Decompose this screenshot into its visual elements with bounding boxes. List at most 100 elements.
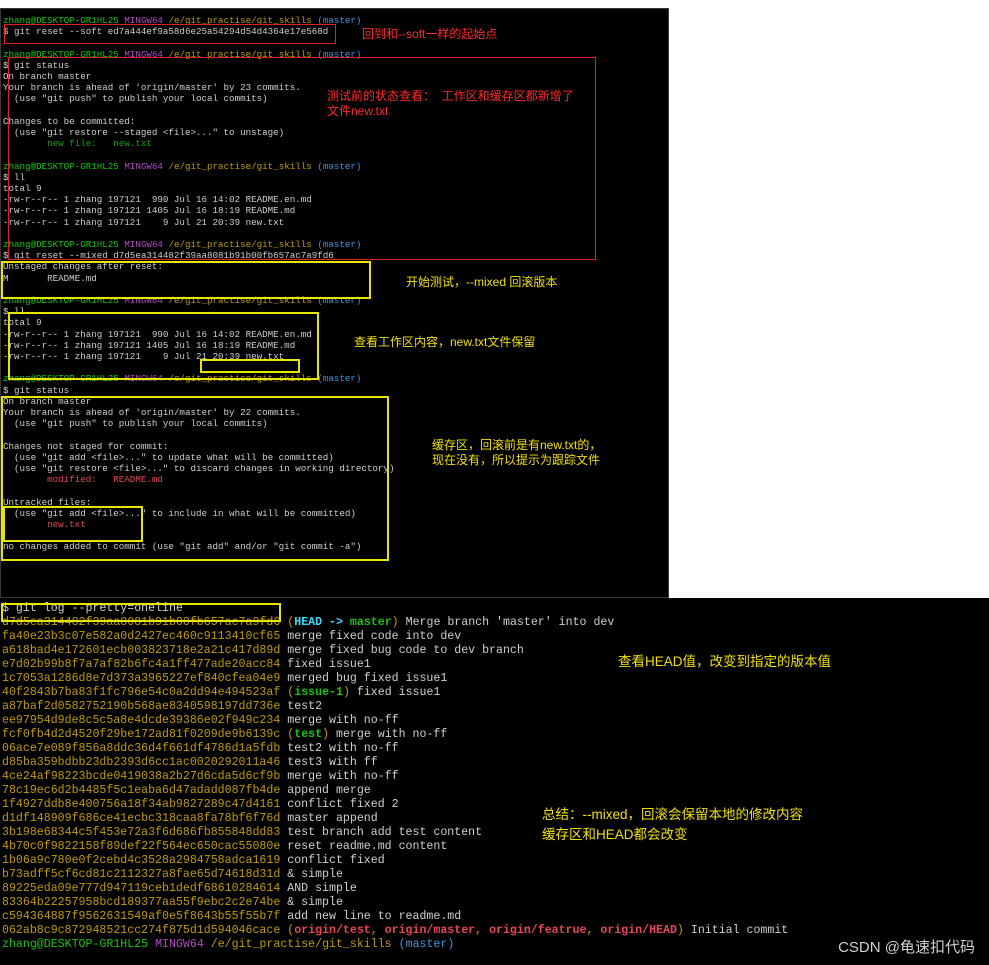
commit-message: test branch add test content bbox=[287, 826, 483, 839]
ref-paren: ) bbox=[322, 728, 330, 741]
commit-row: d85ba359bdbb23db2393d6cc1ac0020292011a46… bbox=[2, 756, 378, 770]
commit-row: 4b70c0f9822158f89def22f564ec650cac55080e… bbox=[2, 840, 447, 854]
ref-name: origin/test bbox=[294, 924, 371, 937]
commit-message: add new line to readme.md bbox=[287, 910, 462, 923]
commit-message: merge fixed code into dev bbox=[287, 630, 462, 643]
watermark: CSDN @龟速扣代码 bbox=[838, 939, 975, 956]
ref-name: HEAD -> master bbox=[294, 616, 391, 629]
ref-paren: ) bbox=[676, 924, 684, 937]
ref-paren: ) bbox=[342, 686, 350, 699]
annotation-head-value: 查看HEAD值，改变到指定的版本值 bbox=[618, 654, 832, 669]
commit-hash: a618bad4e172601ecb003823718e2a21c417d89d bbox=[2, 644, 281, 657]
ref-sep: , bbox=[370, 924, 385, 937]
commit-hash: 78c19ec6d2b4485f5c1eaba6d47adadd087fb4de bbox=[2, 784, 281, 797]
commit-message: merge fixed bug code to dev branch bbox=[287, 644, 524, 657]
prompt-path: /e/git_practise/git_skills bbox=[210, 938, 392, 951]
annotation-summary: 总结：--mixed，回滚会保留本地的修改内容 缓存区和HEAD都会改变 bbox=[542, 807, 804, 842]
ref-sep: , bbox=[586, 924, 601, 937]
ref-name: origin/master bbox=[384, 924, 476, 937]
highlight-newtxt-file bbox=[200, 359, 300, 373]
commit-hash: 06ace7e089f856a8ddc36d4f661df4786d1a5fdb bbox=[2, 742, 281, 755]
commit-message: & simple bbox=[287, 868, 343, 881]
annotation-start-test: 开始测试，--mixed 回滚版本 bbox=[406, 275, 558, 289]
prompt-user: zhang@DESKTOP-GR1HL25 bbox=[2, 938, 149, 951]
commit-row: e7d02b99b8f7a7af82b6fc4a1ff477ade20acc84… bbox=[2, 658, 371, 672]
terminal-window-bottom[interactable]: $ git log --pretty=oneline d7d5ea314482f3… bbox=[0, 598, 989, 965]
commit-message: fixed issue1 bbox=[356, 686, 441, 699]
commit-row: 89225eda09e777d947119ceb1dedf68610284614… bbox=[2, 882, 357, 896]
annotation-status-before: 测试前的状态查看： 工作区和缓存区都新增了 文件new.txt bbox=[327, 89, 574, 118]
commit-row: ee97954d9de8c5c5a8e4dcde39386e02f949c234… bbox=[2, 714, 399, 728]
commit-message: merge with no-ff bbox=[287, 714, 399, 727]
commit-hash: b73adff5cf6cd81c2112327a8fae65d74618d31d bbox=[2, 868, 281, 881]
highlight-git-log-cmd bbox=[1, 603, 281, 622]
commit-message: append merge bbox=[287, 784, 371, 797]
prompt-branch: (master) bbox=[317, 373, 362, 385]
commit-row: fa40e23b3c07e582a0d2427ec460c9113410cf65… bbox=[2, 630, 461, 644]
ref-head: HEAD bbox=[294, 616, 323, 629]
commit-message: master append bbox=[287, 812, 378, 825]
ref-paren: ) bbox=[391, 616, 399, 629]
commit-hash: d1df148909f686ce41ecbc318caa8fa78bf6f76d bbox=[2, 812, 281, 825]
commit-row: 1f4927ddb8e400756a18f34ab9827289c47d4161… bbox=[2, 798, 399, 812]
ref-arrow: -> bbox=[322, 616, 350, 629]
commit-hash: 40f2843b7ba83f1fc796e54c0a2dd94e494523af bbox=[2, 686, 281, 699]
highlight-status-before bbox=[8, 57, 596, 260]
commit-row: c594364887f9562631549af0e5f8643b55f55b7f… bbox=[2, 910, 461, 924]
commit-row: d1df148909f686ce41ecbc318caa8fa78bf6f76d… bbox=[2, 812, 378, 826]
commit-hash: 3b198e68344c5f453e72a3f6d686fb855848dd83 bbox=[2, 826, 281, 839]
commit-hash: d85ba359bdbb23db2393d6cc1ac0020292011a46 bbox=[2, 756, 281, 769]
commit-message: conflict fixed bbox=[287, 854, 385, 867]
highlight-untracked bbox=[3, 506, 143, 542]
commit-row: a618bad4e172601ecb003823718e2a21c417d89d… bbox=[2, 644, 524, 658]
commit-message: merged bug fixed issue1 bbox=[287, 672, 448, 685]
commit-hash: 4b70c0f9822158f89def22f564ec650cac55080e bbox=[2, 840, 281, 853]
commit-message: & simple bbox=[287, 896, 343, 909]
ref-branch: master bbox=[349, 616, 392, 629]
annotation-workspace: 查看工作区内容，new.txt文件保留 bbox=[354, 335, 536, 349]
commit-row: 06ace7e089f856a8ddc36d4f661df4786d1a5fdb… bbox=[2, 742, 399, 756]
commit-message: test3 with ff bbox=[287, 756, 378, 769]
prompt-branch: (master) bbox=[398, 938, 455, 951]
commit-row: 3b198e68344c5f453e72a3f6d686fb855848dd83… bbox=[2, 826, 482, 840]
commit-row: 062ab8c9c872948521cc274f875d1d594046cace… bbox=[2, 924, 788, 938]
ref-name: origin/featrue bbox=[489, 924, 587, 937]
commit-hash: ee97954d9de8c5c5a8e4dcde39386e02f949c234 bbox=[2, 714, 281, 727]
commit-row: 1b06a9c780e0f2cebd4c3528a2984758adca1619… bbox=[2, 854, 385, 868]
commit-hash: 89225eda09e777d947119ceb1dedf68610284614 bbox=[2, 882, 281, 895]
commit-hash: a87baf2d0582752190b568ae8340598197dd736e bbox=[2, 700, 281, 713]
commit-message: test2 bbox=[287, 700, 323, 713]
commit-message: fixed issue1 bbox=[287, 658, 371, 671]
commit-hash: 062ab8c9c872948521cc274f875d1d594046cace bbox=[2, 924, 281, 937]
commit-row: 83364b22257958bcd189377aa55f9ebc2c2e74be… bbox=[2, 896, 343, 910]
highlight-reset-mixed bbox=[1, 261, 371, 299]
commit-row: b73adff5cf6cd81c2112327a8fae65d74618d31d… bbox=[2, 868, 343, 882]
commit-hash: fa40e23b3c07e582a0d2427ec460c9113410cf65 bbox=[2, 630, 281, 643]
commit-message: Merge branch 'master' into dev bbox=[405, 616, 615, 629]
commit-message: Initial commit bbox=[690, 924, 789, 937]
final-prompt: zhang@DESKTOP-GR1HL25 MINGW64 /e/git_pra… bbox=[2, 938, 454, 952]
commit-row: a87baf2d0582752190b568ae8340598197dd736e… bbox=[2, 700, 322, 714]
commit-hash: 1c7053a1286d8e7d373a3965227ef840cfea04e9 bbox=[2, 672, 281, 685]
commit-hash: 4ce24af98223bcde0419038a2b27d6cda5d6cf9b bbox=[2, 770, 281, 783]
commit-row: 40f2843b7ba83f1fc796e54c0a2dd94e494523af… bbox=[2, 686, 440, 700]
ref-name: issue-1 bbox=[294, 686, 343, 699]
commit-hash: 1f4927ddb8e400756a18f34ab9827289c47d4161 bbox=[2, 798, 281, 811]
commit-message: merge with no-ff bbox=[336, 728, 448, 741]
ref-name: origin/HEAD bbox=[600, 924, 677, 937]
ref-sep: , bbox=[475, 924, 490, 937]
commit-message: test2 with no-ff bbox=[287, 742, 399, 755]
commit-hash: fcf0fb4d2d4520f29be172ad81f0209de9b6139c bbox=[2, 728, 281, 741]
annotation-cache: 缓存区，回滚前是有new.txt的， 现在没有，所以提示为跟踪文件 bbox=[432, 438, 602, 467]
commit-message: AND simple bbox=[287, 882, 357, 895]
ref-name: test bbox=[294, 728, 323, 741]
commit-message: reset readme.md content bbox=[287, 840, 448, 853]
commit-row: 78c19ec6d2b4485f5c1eaba6d47adadd087fb4de… bbox=[2, 784, 371, 798]
commit-hash: 1b06a9c780e0f2cebd4c3528a2984758adca1619 bbox=[2, 854, 281, 867]
highlight-reset-soft bbox=[4, 24, 336, 44]
